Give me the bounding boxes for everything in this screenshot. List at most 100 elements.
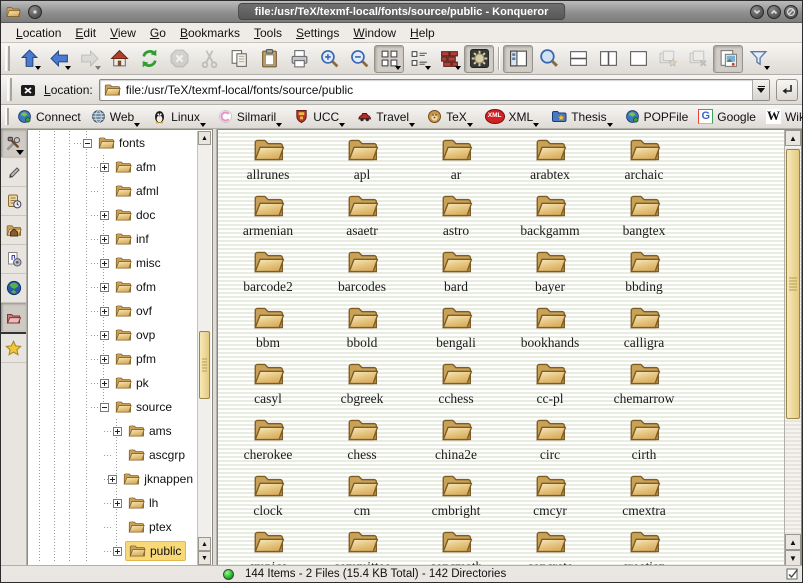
bookmark-wikipedia[interactable]: W Wikipedia [762, 106, 803, 127]
toolbar-grip[interactable] [5, 46, 10, 70]
home-button[interactable] [104, 45, 134, 73]
view-checkbox-icon[interactable] [786, 568, 799, 581]
split-top-bottom-button[interactable] [563, 45, 593, 73]
bookmark-ucc[interactable]: UCC [290, 106, 353, 127]
menu-help[interactable]: Help [403, 24, 442, 42]
folder-item[interactable]: ar [409, 132, 503, 188]
zoom-in-button[interactable] [314, 45, 344, 73]
folder-item[interactable]: bbold [315, 300, 409, 356]
tree-item[interactable]: pfm [29, 347, 197, 371]
tree-item[interactable]: afm [29, 155, 197, 179]
close-button[interactable] [784, 5, 798, 19]
paste-button[interactable] [254, 45, 284, 73]
sidebar-tab-services[interactable] [1, 245, 26, 274]
folder-item[interactable]: cmcyr [503, 468, 597, 524]
folder-item[interactable]: bangtex [597, 188, 691, 244]
up-button[interactable] [14, 45, 44, 73]
bookmark-tex[interactable]: TeX [423, 106, 481, 127]
folder-item[interactable]: casyl [221, 356, 315, 412]
split-left-right-button[interactable] [593, 45, 623, 73]
menu-settings[interactable]: Settings [289, 24, 346, 42]
folder-item[interactable]: cchess [409, 356, 503, 412]
print-button[interactable] [284, 45, 314, 73]
scroll-down-button[interactable]: ▼ [785, 550, 801, 566]
copy-button[interactable] [224, 45, 254, 73]
reload-button[interactable] [134, 45, 164, 73]
expand-icon[interactable] [100, 331, 109, 340]
close-tab-button[interactable] [683, 45, 713, 73]
multicolumn-view-button[interactable] [434, 45, 464, 73]
scroll-up-button[interactable]: ▲ [785, 534, 801, 550]
sidebar-tab-history[interactable] [1, 187, 26, 216]
menu-bookmarks[interactable]: Bookmarks [173, 24, 247, 42]
folder-item[interactable]: bengali [409, 300, 503, 356]
folder-item[interactable]: bookhands [503, 300, 597, 356]
find-file-button[interactable] [533, 45, 563, 73]
folder-item[interactable]: bayer [503, 244, 597, 300]
scrollbar-thumb[interactable] [199, 331, 210, 399]
expand-icon[interactable] [100, 379, 109, 388]
location-combobox[interactable] [99, 79, 770, 101]
image-preview-button[interactable] [713, 45, 743, 73]
bookmark-web[interactable]: Web [87, 106, 148, 127]
folder-item[interactable]: chess [315, 412, 409, 468]
folder-item[interactable]: backgamm [503, 188, 597, 244]
sidebar-toggle-button[interactable] [503, 45, 533, 73]
folder-item[interactable]: chemarrow [597, 356, 691, 412]
expand-icon[interactable] [108, 475, 117, 484]
cut-button[interactable] [194, 45, 224, 73]
main-scrollbar[interactable]: ▲ ▲ ▼ [784, 130, 801, 566]
expand-icon[interactable] [100, 307, 109, 316]
folder-item[interactable]: armenian [221, 188, 315, 244]
expand-icon[interactable] [100, 235, 109, 244]
tree-item[interactable]: fonts [29, 131, 197, 155]
bookmark-silmaril[interactable]: Silmaril [214, 106, 290, 127]
menu-tools[interactable]: Tools [247, 24, 289, 42]
sidebar-tab-bookmarks[interactable] [1, 334, 26, 363]
toolbar-grip[interactable] [7, 78, 12, 101]
folder-item[interactable]: cmbright [409, 468, 503, 524]
tree-item[interactable]: ptex [29, 515, 197, 539]
folder-item[interactable]: cmextra [597, 468, 691, 524]
folder-item[interactable]: china2e [409, 412, 503, 468]
folder-item[interactable]: clock [221, 468, 315, 524]
menu-view[interactable]: View [103, 24, 143, 42]
minimize-button[interactable] [750, 5, 764, 19]
menu-location[interactable]: Location [9, 24, 68, 42]
tree-item[interactable]: misc [29, 251, 197, 275]
sidebar-tab-network[interactable] [1, 274, 26, 303]
folder-item[interactable]: cirth [597, 412, 691, 468]
forward-button[interactable] [74, 45, 104, 73]
expand-icon[interactable] [113, 547, 122, 556]
expand-icon[interactable] [100, 283, 109, 292]
tree-item[interactable]: pk [29, 371, 197, 395]
filter-button[interactable] [743, 45, 773, 73]
folder-item[interactable]: cm [315, 468, 409, 524]
folder-item[interactable]: cherokee [221, 412, 315, 468]
toolbar-grip[interactable] [5, 108, 9, 126]
expand-icon[interactable] [100, 355, 109, 364]
bookmark-travel[interactable]: Travel [353, 106, 423, 127]
bookmark-thesis[interactable]: Thesis [547, 106, 620, 127]
sidebar-tab-root-folder[interactable] [1, 303, 26, 332]
tree-view-button[interactable] [404, 45, 434, 73]
tree-item[interactable]: afml [29, 179, 197, 203]
folder-item[interactable]: asaetr [315, 188, 409, 244]
folder-item[interactable]: circ [503, 412, 597, 468]
go-button[interactable] [776, 79, 798, 101]
tree-item[interactable]: ovp [29, 323, 197, 347]
tree-item[interactable]: lh [29, 491, 197, 515]
folder-item[interactable]: committee [315, 524, 409, 566]
scroll-up-button[interactable]: ▲ [785, 130, 801, 146]
folder-item[interactable]: cmpica [221, 524, 315, 566]
scrollbar-thumb[interactable] [786, 149, 800, 419]
scroll-up-button[interactable]: ▲ [198, 537, 211, 551]
bookmark-popfile[interactable]: POPFile [621, 106, 695, 127]
bookmark-google[interactable]: G Google [694, 106, 762, 127]
tree-item[interactable]: ascgrp [29, 443, 197, 467]
sidebar-tab-home[interactable] [1, 216, 26, 245]
stop-button[interactable] [164, 45, 194, 73]
menu-edit[interactable]: Edit [68, 24, 103, 42]
titlebar[interactable]: file:/usr/TeX/texmf-local/fonts/source/p… [1, 1, 802, 23]
sidebar-tab-pen[interactable] [1, 158, 26, 187]
